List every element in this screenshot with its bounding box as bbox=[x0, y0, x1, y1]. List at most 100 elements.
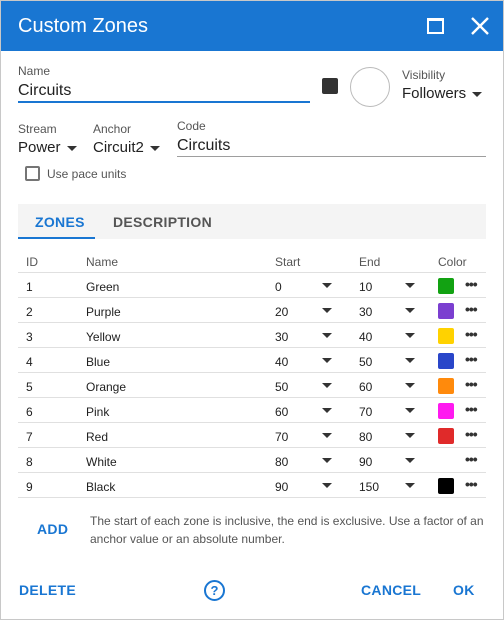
zone-color-swatch[interactable] bbox=[438, 353, 454, 369]
table-row: 2 Purple 20 30 ••• bbox=[18, 298, 486, 323]
use-pace-units-label: Use pace units bbox=[47, 167, 127, 181]
row-start-select[interactable]: 30 bbox=[275, 330, 288, 344]
anchor-value: Circuit2 bbox=[93, 139, 144, 156]
zone-color-swatch[interactable] bbox=[438, 453, 454, 469]
zone-color-swatch[interactable] bbox=[438, 328, 454, 344]
more-options-icon[interactable]: ••• bbox=[465, 451, 478, 467]
row-id: 3 bbox=[26, 330, 33, 344]
title-bar: Custom Zones bbox=[1, 1, 503, 51]
name-input[interactable] bbox=[18, 81, 310, 103]
row-end-select[interactable]: 40 bbox=[359, 330, 372, 344]
chevron-down-icon[interactable] bbox=[322, 308, 332, 313]
maximize-icon[interactable] bbox=[427, 18, 444, 34]
help-icon[interactable]: ? bbox=[204, 580, 225, 601]
row-name: Purple bbox=[86, 305, 121, 319]
cancel-button[interactable]: CANCEL bbox=[361, 582, 421, 598]
table-row: 7 Red 70 80 ••• bbox=[18, 423, 486, 448]
row-id: 7 bbox=[26, 430, 33, 444]
more-options-icon[interactable]: ••• bbox=[465, 351, 478, 367]
delete-button[interactable]: DELETE bbox=[19, 582, 76, 598]
more-options-icon[interactable]: ••• bbox=[465, 476, 478, 492]
row-start-select[interactable]: 40 bbox=[275, 355, 288, 369]
zone-color-swatch[interactable] bbox=[438, 428, 454, 444]
more-options-icon[interactable]: ••• bbox=[465, 376, 478, 392]
chevron-down-icon bbox=[66, 145, 77, 151]
row-start-select[interactable]: 0 bbox=[275, 280, 282, 294]
close-icon[interactable] bbox=[469, 13, 491, 37]
row-start-select[interactable]: 20 bbox=[275, 305, 288, 319]
visibility-value: Followers bbox=[402, 85, 467, 102]
zone-color-swatch[interactable] bbox=[438, 378, 454, 394]
avatar-circle[interactable] bbox=[350, 67, 390, 107]
dialog-title: Custom Zones bbox=[18, 15, 149, 37]
row-end-select[interactable]: 10 bbox=[359, 280, 372, 294]
row-start-select[interactable]: 60 bbox=[275, 405, 288, 419]
anchor-select[interactable]: Circuit2 bbox=[93, 139, 160, 156]
stream-select[interactable]: Power bbox=[18, 139, 77, 156]
more-options-icon[interactable]: ••• bbox=[465, 301, 478, 317]
row-name: Yellow bbox=[86, 330, 121, 344]
ok-button[interactable]: OK bbox=[453, 582, 475, 598]
chevron-down-icon[interactable] bbox=[405, 333, 415, 338]
row-name: Red bbox=[86, 430, 109, 444]
table-row: 9 Black 90 150 ••• bbox=[18, 473, 486, 498]
row-end-select[interactable]: 80 bbox=[359, 430, 372, 444]
more-options-icon[interactable]: ••• bbox=[465, 326, 478, 342]
visibility-select[interactable]: Followers bbox=[402, 85, 483, 102]
row-id: 8 bbox=[26, 455, 33, 469]
more-options-icon[interactable]: ••• bbox=[465, 426, 478, 442]
row-end-select[interactable]: 90 bbox=[359, 455, 372, 469]
chevron-down-icon[interactable] bbox=[405, 433, 415, 438]
chevron-down-icon[interactable] bbox=[405, 383, 415, 388]
zone-color-swatch[interactable] bbox=[438, 278, 454, 294]
row-name: Orange bbox=[86, 380, 127, 394]
use-pace-units-checkbox[interactable] bbox=[25, 166, 40, 181]
chevron-down-icon[interactable] bbox=[322, 333, 332, 338]
chevron-down-icon[interactable] bbox=[405, 358, 415, 363]
zone-color-swatch[interactable] bbox=[438, 478, 454, 494]
tab-zones[interactable]: ZONES bbox=[35, 214, 85, 230]
row-end-select[interactable]: 50 bbox=[359, 355, 372, 369]
chevron-down-icon[interactable] bbox=[405, 458, 415, 463]
chevron-down-icon[interactable] bbox=[322, 283, 332, 288]
tab-bar: ZONES DESCRIPTION bbox=[18, 204, 486, 239]
row-end-select[interactable]: 60 bbox=[359, 380, 372, 394]
chevron-down-icon[interactable] bbox=[405, 483, 415, 488]
table-row: 1 Green 0 10 ••• bbox=[18, 273, 486, 298]
row-id: 5 bbox=[26, 380, 33, 394]
row-id: 4 bbox=[26, 355, 33, 369]
header-start: Start bbox=[275, 255, 301, 269]
more-options-icon[interactable]: ••• bbox=[465, 401, 478, 417]
chevron-down-icon[interactable] bbox=[405, 408, 415, 413]
stream-value: Power bbox=[18, 139, 61, 156]
code-label: Code bbox=[177, 119, 206, 133]
code-input[interactable] bbox=[177, 135, 486, 157]
zone-color-swatch[interactable] bbox=[438, 303, 454, 319]
row-end-select[interactable]: 150 bbox=[359, 480, 379, 494]
zones-hint-text: The start of each zone is inclusive, the… bbox=[90, 514, 484, 546]
row-id: 1 bbox=[26, 280, 33, 294]
add-zone-button[interactable]: ADD bbox=[37, 521, 68, 537]
chevron-down-icon[interactable] bbox=[322, 483, 332, 488]
table-header: ID Name Start End Color bbox=[18, 248, 486, 273]
more-options-icon[interactable]: ••• bbox=[465, 276, 478, 292]
row-end-select[interactable]: 30 bbox=[359, 305, 372, 319]
row-end-select[interactable]: 70 bbox=[359, 405, 372, 419]
row-start-select[interactable]: 80 bbox=[275, 455, 288, 469]
chevron-down-icon[interactable] bbox=[405, 308, 415, 313]
row-name: Blue bbox=[86, 355, 111, 369]
zone-color-swatch[interactable] bbox=[438, 403, 454, 419]
chevron-down-icon[interactable] bbox=[322, 458, 332, 463]
chevron-down-icon[interactable] bbox=[322, 433, 332, 438]
zone-color-swatch[interactable] bbox=[322, 78, 338, 94]
row-start-select[interactable]: 70 bbox=[275, 430, 288, 444]
chevron-down-icon[interactable] bbox=[322, 408, 332, 413]
custom-zones-dialog: Custom Zones Name Visibility Followers S… bbox=[0, 0, 504, 620]
row-start-select[interactable]: 90 bbox=[275, 480, 288, 494]
tab-description[interactable]: DESCRIPTION bbox=[113, 214, 212, 230]
chevron-down-icon[interactable] bbox=[322, 383, 332, 388]
chevron-down-icon[interactable] bbox=[322, 358, 332, 363]
chevron-down-icon[interactable] bbox=[405, 283, 415, 288]
table-row: 5 Orange 50 60 ••• bbox=[18, 373, 486, 398]
row-start-select[interactable]: 50 bbox=[275, 380, 288, 394]
